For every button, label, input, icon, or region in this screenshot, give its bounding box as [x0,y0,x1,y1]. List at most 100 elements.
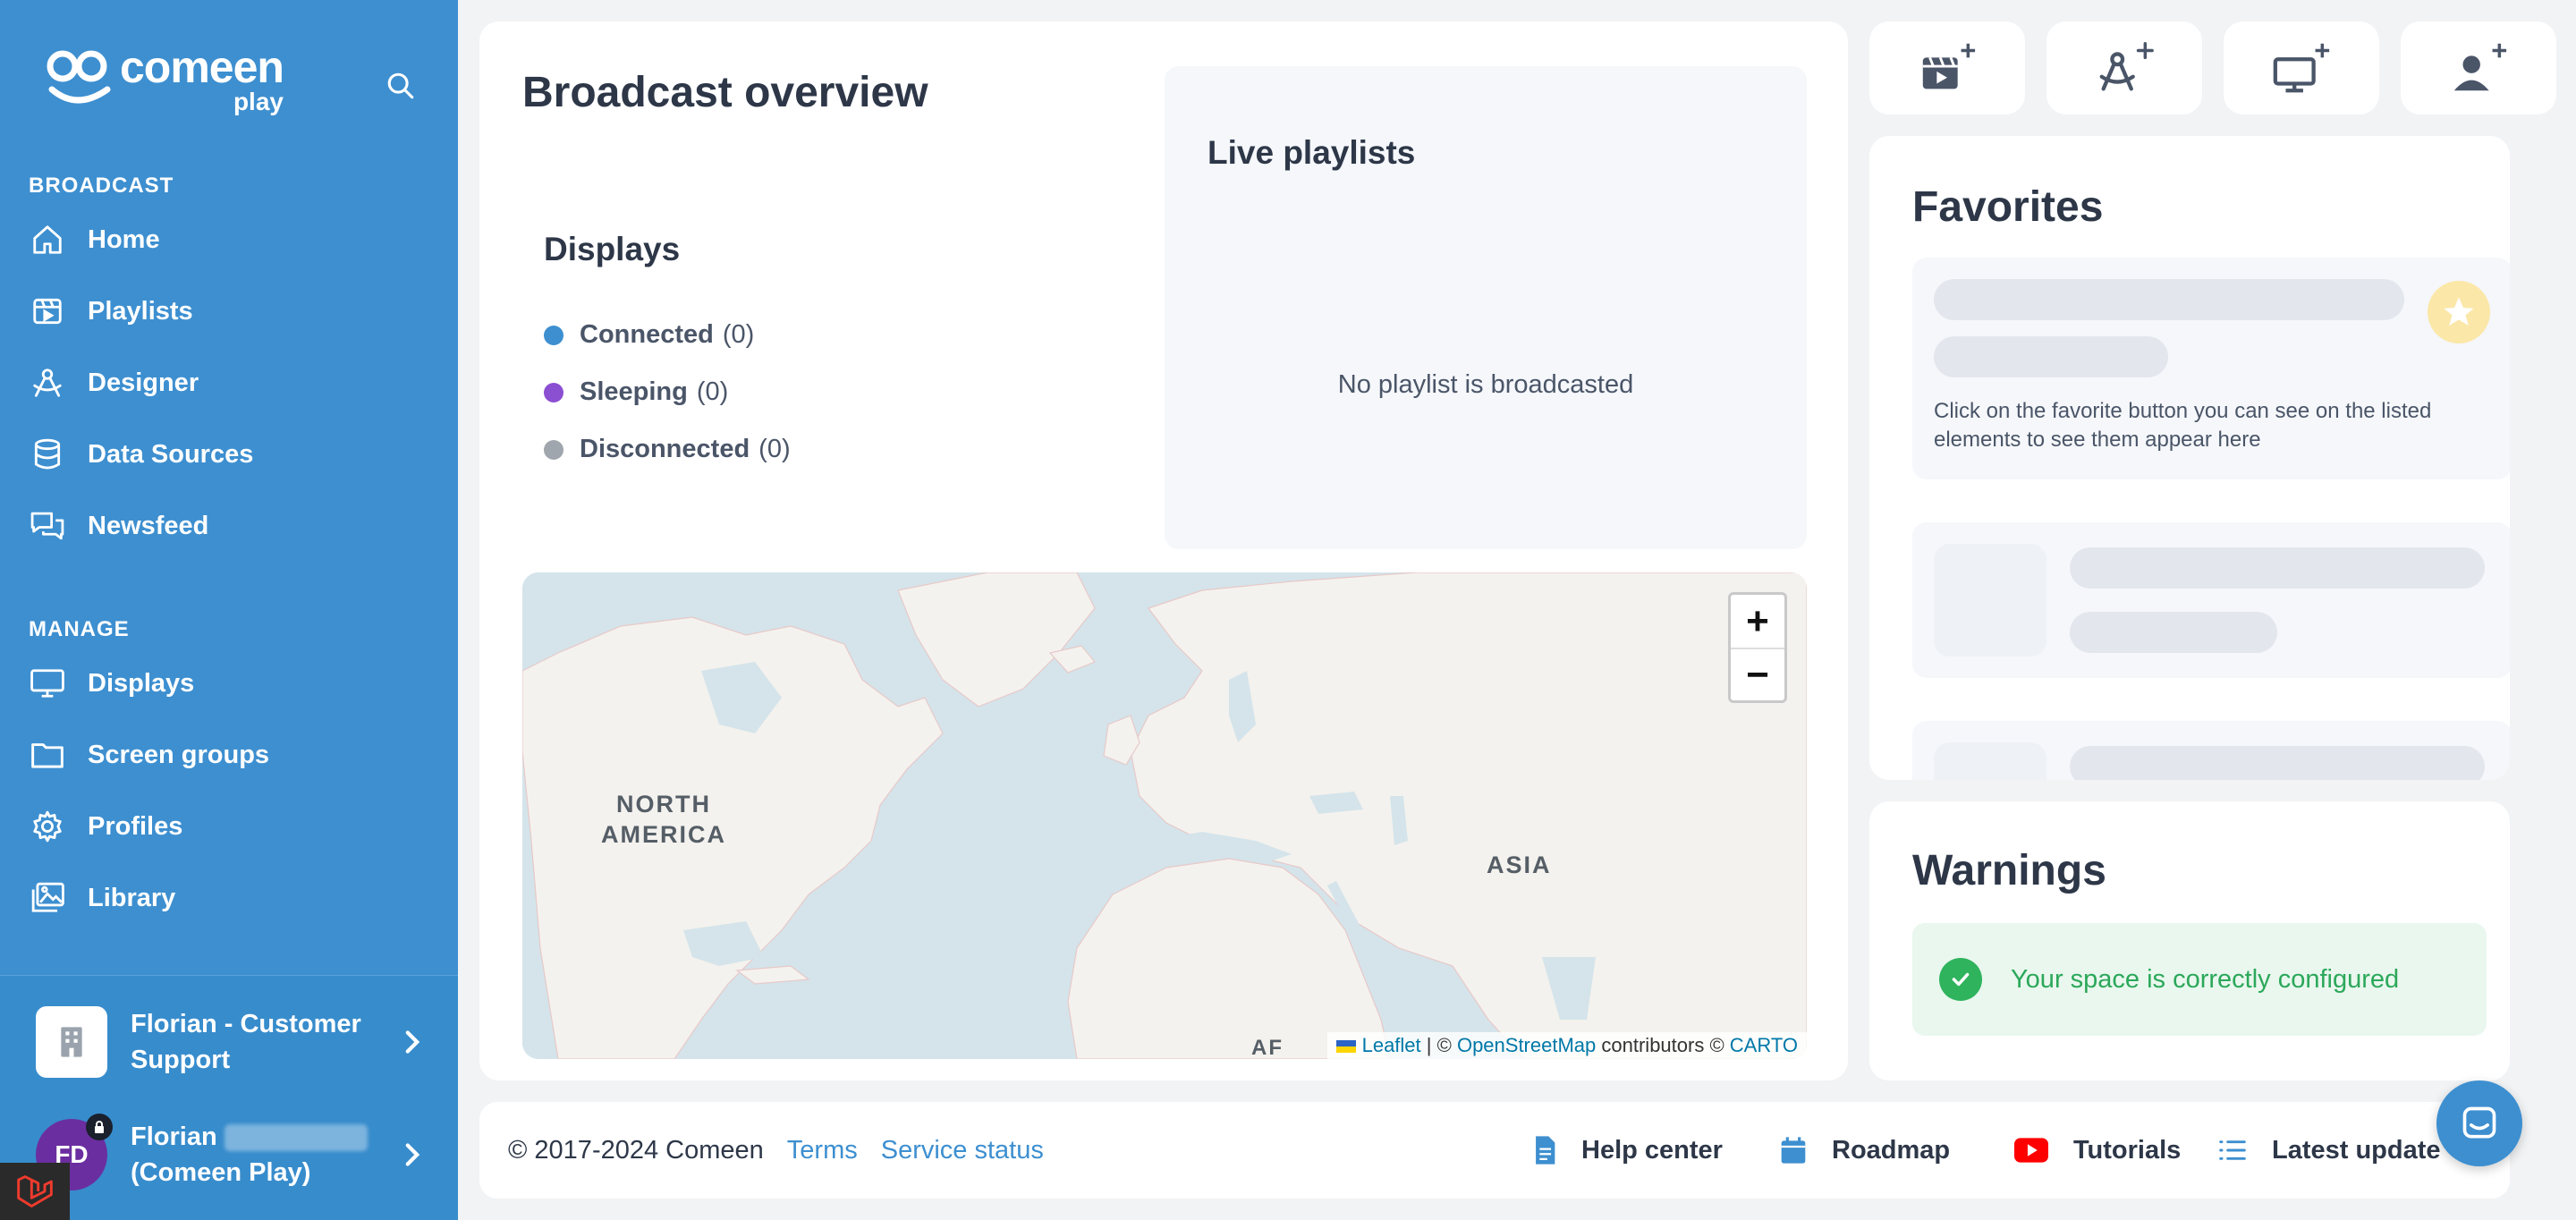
ukraine-flag-icon [1336,1040,1357,1054]
sidebar-item-library[interactable]: Library [29,873,440,923]
zoom-out-button[interactable]: − [1731,648,1784,700]
add-display-button[interactable] [2224,21,2379,114]
sidebar-item-label: Profiles [88,811,183,841]
brand-name: comeen [120,42,284,92]
support-chat-button[interactable] [2436,1080,2522,1166]
legend-count: (0) [758,435,791,463]
live-playlists-panel: Live playlists No playlist is broadcaste… [1165,66,1807,549]
laravel-icon [17,1175,53,1207]
tutorials-link[interactable]: Tutorials [2014,1102,2181,1199]
skeleton-line [2070,746,2485,780]
leaflet-link[interactable]: Leaflet [1362,1034,1421,1056]
sidebar-item-label: Designer [88,368,199,397]
redacted-surname [224,1124,368,1152]
displays-map[interactable]: NORTH AMERICA ASIA AF + − Leaflet | © Op… [522,572,1807,1059]
star-icon [2428,281,2490,343]
youtube-icon [2014,1138,2048,1163]
skeleton-line [1934,336,2168,377]
sidebar-item-home[interactable]: Home [29,215,440,265]
sidebar-item-label: Data Sources [88,439,254,469]
zoom-in-button[interactable]: + [1731,595,1784,648]
document-icon [1536,1136,1555,1165]
openstreetmap-link[interactable]: OpenStreetMap [1457,1034,1596,1056]
sidebar: comeen play BROADCAST Home Playlists Des… [0,0,458,1220]
legend-count: (0) [696,377,729,406]
library-icon [31,882,64,912]
playlists-icon [33,298,62,325]
service-status-link[interactable]: Service status [881,1136,1044,1165]
user-menu[interactable]: FD Florian (Comeen Play) [36,1114,429,1190]
designer-icon [33,369,62,397]
comeen-logo[interactable]: comeen play [45,45,284,114]
skeleton-thumbnail [1934,544,2046,657]
user-name-line1: Florian [131,1123,217,1151]
section-label-broadcast: BROADCAST [29,174,174,198]
sidebar-item-label: Displays [88,668,195,698]
skeleton-line [2070,612,2277,653]
favorites-empty-state: Click on the favorite button you can see… [1912,258,2510,479]
add-user-icon [2453,43,2507,91]
footer: © 2017-2024 Comeen Terms Service status … [479,1102,2510,1199]
sidebar-item-profiles[interactable]: Profiles [29,801,440,851]
sidebar-item-label: Newsfeed [88,511,209,540]
sidebar-item-displays[interactable]: Displays [29,658,440,708]
chevron-right-icon [405,1030,420,1054]
sidebar-item-label: Screen groups [88,740,270,769]
add-design-icon [2099,42,2154,91]
organization-name-line1: Florian - Customer [131,1010,361,1038]
laravel-debugbar-button[interactable] [0,1163,70,1220]
folder-icon [31,743,64,768]
legend-connected[interactable]: Connected (0) [544,320,754,350]
legend-disconnected[interactable]: Disconnected (0) [544,435,791,464]
legend-count: (0) [722,320,755,349]
warnings-heading: Warnings [1912,847,2106,894]
map-attribution: Leaflet | © OpenStreetMap contributors ©… [1327,1032,1807,1059]
broadcast-overview-card: Broadcast overview Displays Connected (0… [479,21,1848,1080]
search-button[interactable] [383,68,419,104]
add-playlist-icon [1922,43,1976,89]
check-circle-icon [1939,958,1982,1001]
legend-sleeping[interactable]: Sleeping (0) [544,377,728,407]
connected-status-dot [544,325,564,345]
chevron-right-icon [405,1143,420,1166]
map-label-africa: AF [1251,1036,1284,1059]
carto-link[interactable]: CARTO [1730,1034,1798,1056]
sidebar-item-data-sources[interactable]: Data Sources [29,429,440,479]
latest-update-link[interactable]: Latest update [2218,1102,2441,1199]
skeleton-line [1934,279,2404,320]
database-icon [34,438,61,470]
sidebar-item-label: Library [88,883,176,912]
favorites-skeleton-item [1912,522,2510,678]
displays-heading: Displays [544,231,681,267]
favorites-hint: Click on the favorite button you can see… [1934,399,2432,452]
sidebar-item-screen-groups[interactable]: Screen groups [29,730,440,780]
sidebar-item-label: Playlists [88,296,193,326]
sidebar-item-designer[interactable]: Designer [29,358,440,408]
roadmap-link[interactable]: Roadmap [1780,1102,1950,1199]
help-center-link[interactable]: Help center [1533,1102,1723,1199]
map-zoom-control: + − [1728,592,1787,703]
section-label-manage: MANAGE [29,617,130,641]
add-design-button[interactable] [2046,21,2202,114]
brand-sub: play [233,88,284,115]
favorites-heading: Favorites [1912,183,2104,231]
page-title: Broadcast overview [522,69,928,116]
live-playlists-heading: Live playlists [1208,134,1416,171]
favorites-card: Favorites Click on the favorite button y… [1869,136,2510,780]
list-icon [2219,1140,2246,1160]
calendar-icon [1781,1137,1806,1164]
copyright: © 2017-2024 Comeen [508,1135,764,1165]
search-icon [387,72,414,99]
add-user-button[interactable] [2401,21,2556,114]
sidebar-item-playlists[interactable]: Playlists [29,286,440,336]
warnings-card: Warnings Your space is correctly configu… [1869,801,2510,1080]
organization-switcher[interactable]: Florian - Customer Support [36,1006,429,1078]
skeleton-line [2070,547,2485,589]
add-playlist-button[interactable] [1869,21,2025,114]
comeen-logo-mark-icon [47,50,111,104]
sidebar-item-newsfeed[interactable]: Newsfeed [29,501,440,551]
terms-link[interactable]: Terms [787,1136,858,1165]
sidebar-item-label: Home [88,225,160,254]
legend-label: Connected [580,320,714,349]
legend-label: Disconnected [580,435,750,463]
